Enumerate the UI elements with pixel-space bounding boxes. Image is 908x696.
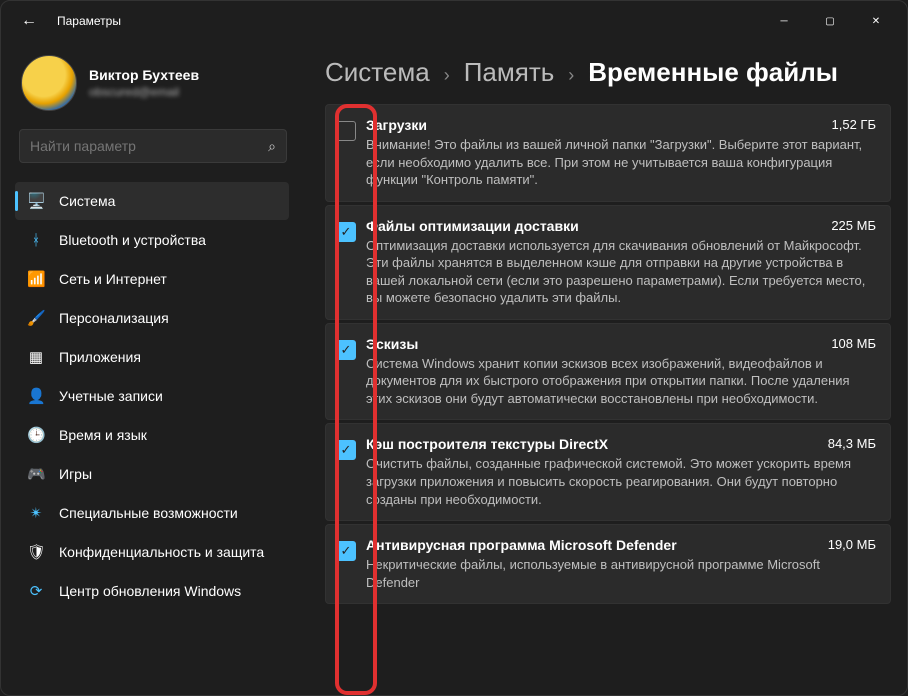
minimize-button[interactable]: ─	[761, 5, 807, 37]
sidebar-item-label: Игры	[59, 466, 92, 482]
back-button[interactable]: ←	[9, 12, 49, 30]
chevron-right-icon: ›	[568, 65, 574, 86]
sidebar-item-label: Центр обновления Windows	[59, 583, 241, 599]
sidebar-item-label: Приложения	[59, 349, 141, 365]
search-input[interactable]	[30, 138, 268, 154]
breadcrumb: Система › Память › Временные файлы	[325, 57, 891, 88]
network-icon: 📶	[27, 270, 45, 288]
app-title: Параметры	[57, 14, 121, 28]
sidebar-item-label: Система	[59, 193, 115, 209]
page-title: Временные файлы	[588, 57, 838, 88]
temp-file-row: ✓ Антивирусная программа Microsoft Defend…	[325, 524, 891, 604]
user-email: obscured@email	[89, 85, 199, 99]
breadcrumb-storage[interactable]: Память	[464, 57, 555, 88]
sidebar-item-gaming[interactable]: 🎮 Игры	[15, 455, 289, 493]
temp-file-size: 1,52 ГБ	[832, 117, 876, 132]
sidebar-item-personalization[interactable]: 🖌️ Персонализация	[15, 299, 289, 337]
sidebar-item-label: Bluetooth и устройства	[59, 232, 206, 248]
close-button[interactable]: ✕	[853, 5, 899, 37]
sidebar-item-accounts[interactable]: 👤 Учетные записи	[15, 377, 289, 415]
sidebar-item-privacy[interactable]: 🛡 Конфиденциальность и защита	[15, 533, 289, 571]
temp-file-row: ✓ Файлы оптимизации доставки 225 МБ Оптимиз…	[325, 205, 891, 320]
sidebar-item-apps[interactable]: ▦ Приложения	[15, 338, 289, 376]
nav-list: 🖥️ Система ᚼ Bluetooth и устройства 📶 Сеть и …	[15, 181, 301, 611]
temp-file-checkbox[interactable]: ✓	[336, 541, 356, 561]
temp-file-description: Очистить файлы, созданные графической си…	[366, 455, 876, 508]
temp-file-row: ✓ Эскизы 108 МБ Система Windows хранит копи…	[325, 323, 891, 421]
sidebar-item-label: Учетные записи	[59, 388, 163, 404]
sidebar-item-label: Сеть и Интернет	[59, 271, 167, 287]
sidebar-item-network[interactable]: 📶 Сеть и Интернет	[15, 260, 289, 298]
window-controls: ─ ▢ ✕	[761, 5, 899, 37]
accounts-icon: 👤	[27, 387, 45, 405]
time-icon: 🕒	[27, 426, 45, 444]
sidebar-item-accessibility[interactable]: ✴ Специальные возможности	[15, 494, 289, 532]
search-box[interactable]: ⌕	[19, 129, 287, 163]
temp-file-row: Загрузки 1,52 ГБ Внимание! Это файлы из ва…	[325, 104, 891, 202]
temp-files-list: Загрузки 1,52 ГБ Внимание! Это файлы из ва…	[325, 104, 891, 604]
sidebar-item-label: Специальные возможности	[59, 505, 238, 521]
privacy-icon: 🛡	[27, 543, 45, 561]
sidebar-item-bluetooth[interactable]: ᚼ Bluetooth и устройства	[15, 221, 289, 259]
temp-file-row: ✓ Кэш построителя текстуры DirectX 84,3 МБ…	[325, 423, 891, 521]
sidebar-item-label: Конфиденциальность и защита	[59, 544, 264, 560]
update-icon: ⟳	[27, 582, 45, 600]
temp-file-size: 108 МБ	[831, 336, 876, 351]
temp-file-title: Антивирусная программа Microsoft Defende…	[366, 537, 677, 553]
temp-file-checkbox[interactable]	[336, 121, 356, 141]
personalization-icon: 🖌️	[27, 309, 45, 327]
temp-file-size: 19,0 МБ	[828, 537, 876, 552]
content: Система › Память › Временные файлы Загру…	[301, 41, 907, 695]
avatar	[21, 55, 77, 111]
user-block[interactable]: Виктор Бухтеев obscured@email	[15, 49, 301, 129]
sidebar-item-time[interactable]: 🕒 Время и язык	[15, 416, 289, 454]
sidebar-item-label: Время и язык	[59, 427, 147, 443]
temp-file-checkbox[interactable]: ✓	[336, 440, 356, 460]
search-icon: ⌕	[268, 138, 276, 155]
apps-icon: ▦	[27, 348, 45, 366]
temp-file-size: 225 МБ	[831, 218, 876, 233]
temp-file-description: Система Windows хранит копии эскизов все…	[366, 355, 876, 408]
sidebar: Виктор Бухтеев obscured@email ⌕ 🖥️ Систем…	[1, 41, 301, 695]
temp-file-checkbox[interactable]: ✓	[336, 222, 356, 242]
temp-file-description: Оптимизация доставки используется для ск…	[366, 237, 876, 307]
user-name: Виктор Бухтеев	[89, 67, 199, 83]
temp-file-description: Внимание! Это файлы из вашей личной папк…	[366, 136, 876, 189]
temp-file-checkbox[interactable]: ✓	[336, 340, 356, 360]
temp-file-title: Кэш построителя текстуры DirectX	[366, 436, 608, 452]
gaming-icon: 🎮	[27, 465, 45, 483]
system-icon: 🖥️	[27, 192, 45, 210]
temp-file-title: Эскизы	[366, 336, 418, 352]
temp-file-size: 84,3 МБ	[828, 436, 876, 451]
temp-file-description: Некритические файлы, используемые в анти…	[366, 556, 876, 591]
sidebar-item-label: Персонализация	[59, 310, 169, 326]
temp-file-title: Файлы оптимизации доставки	[366, 218, 579, 234]
accessibility-icon: ✴	[27, 504, 45, 522]
titlebar: ← Параметры ─ ▢ ✕	[1, 1, 907, 41]
temp-file-title: Загрузки	[366, 117, 427, 133]
maximize-button[interactable]: ▢	[807, 5, 853, 37]
bluetooth-icon: ᚼ	[27, 232, 45, 249]
sidebar-item-system[interactable]: 🖥️ Система	[15, 182, 289, 220]
chevron-right-icon: ›	[444, 65, 450, 86]
sidebar-item-update[interactable]: ⟳ Центр обновления Windows	[15, 572, 289, 610]
breadcrumb-system[interactable]: Система	[325, 57, 430, 88]
